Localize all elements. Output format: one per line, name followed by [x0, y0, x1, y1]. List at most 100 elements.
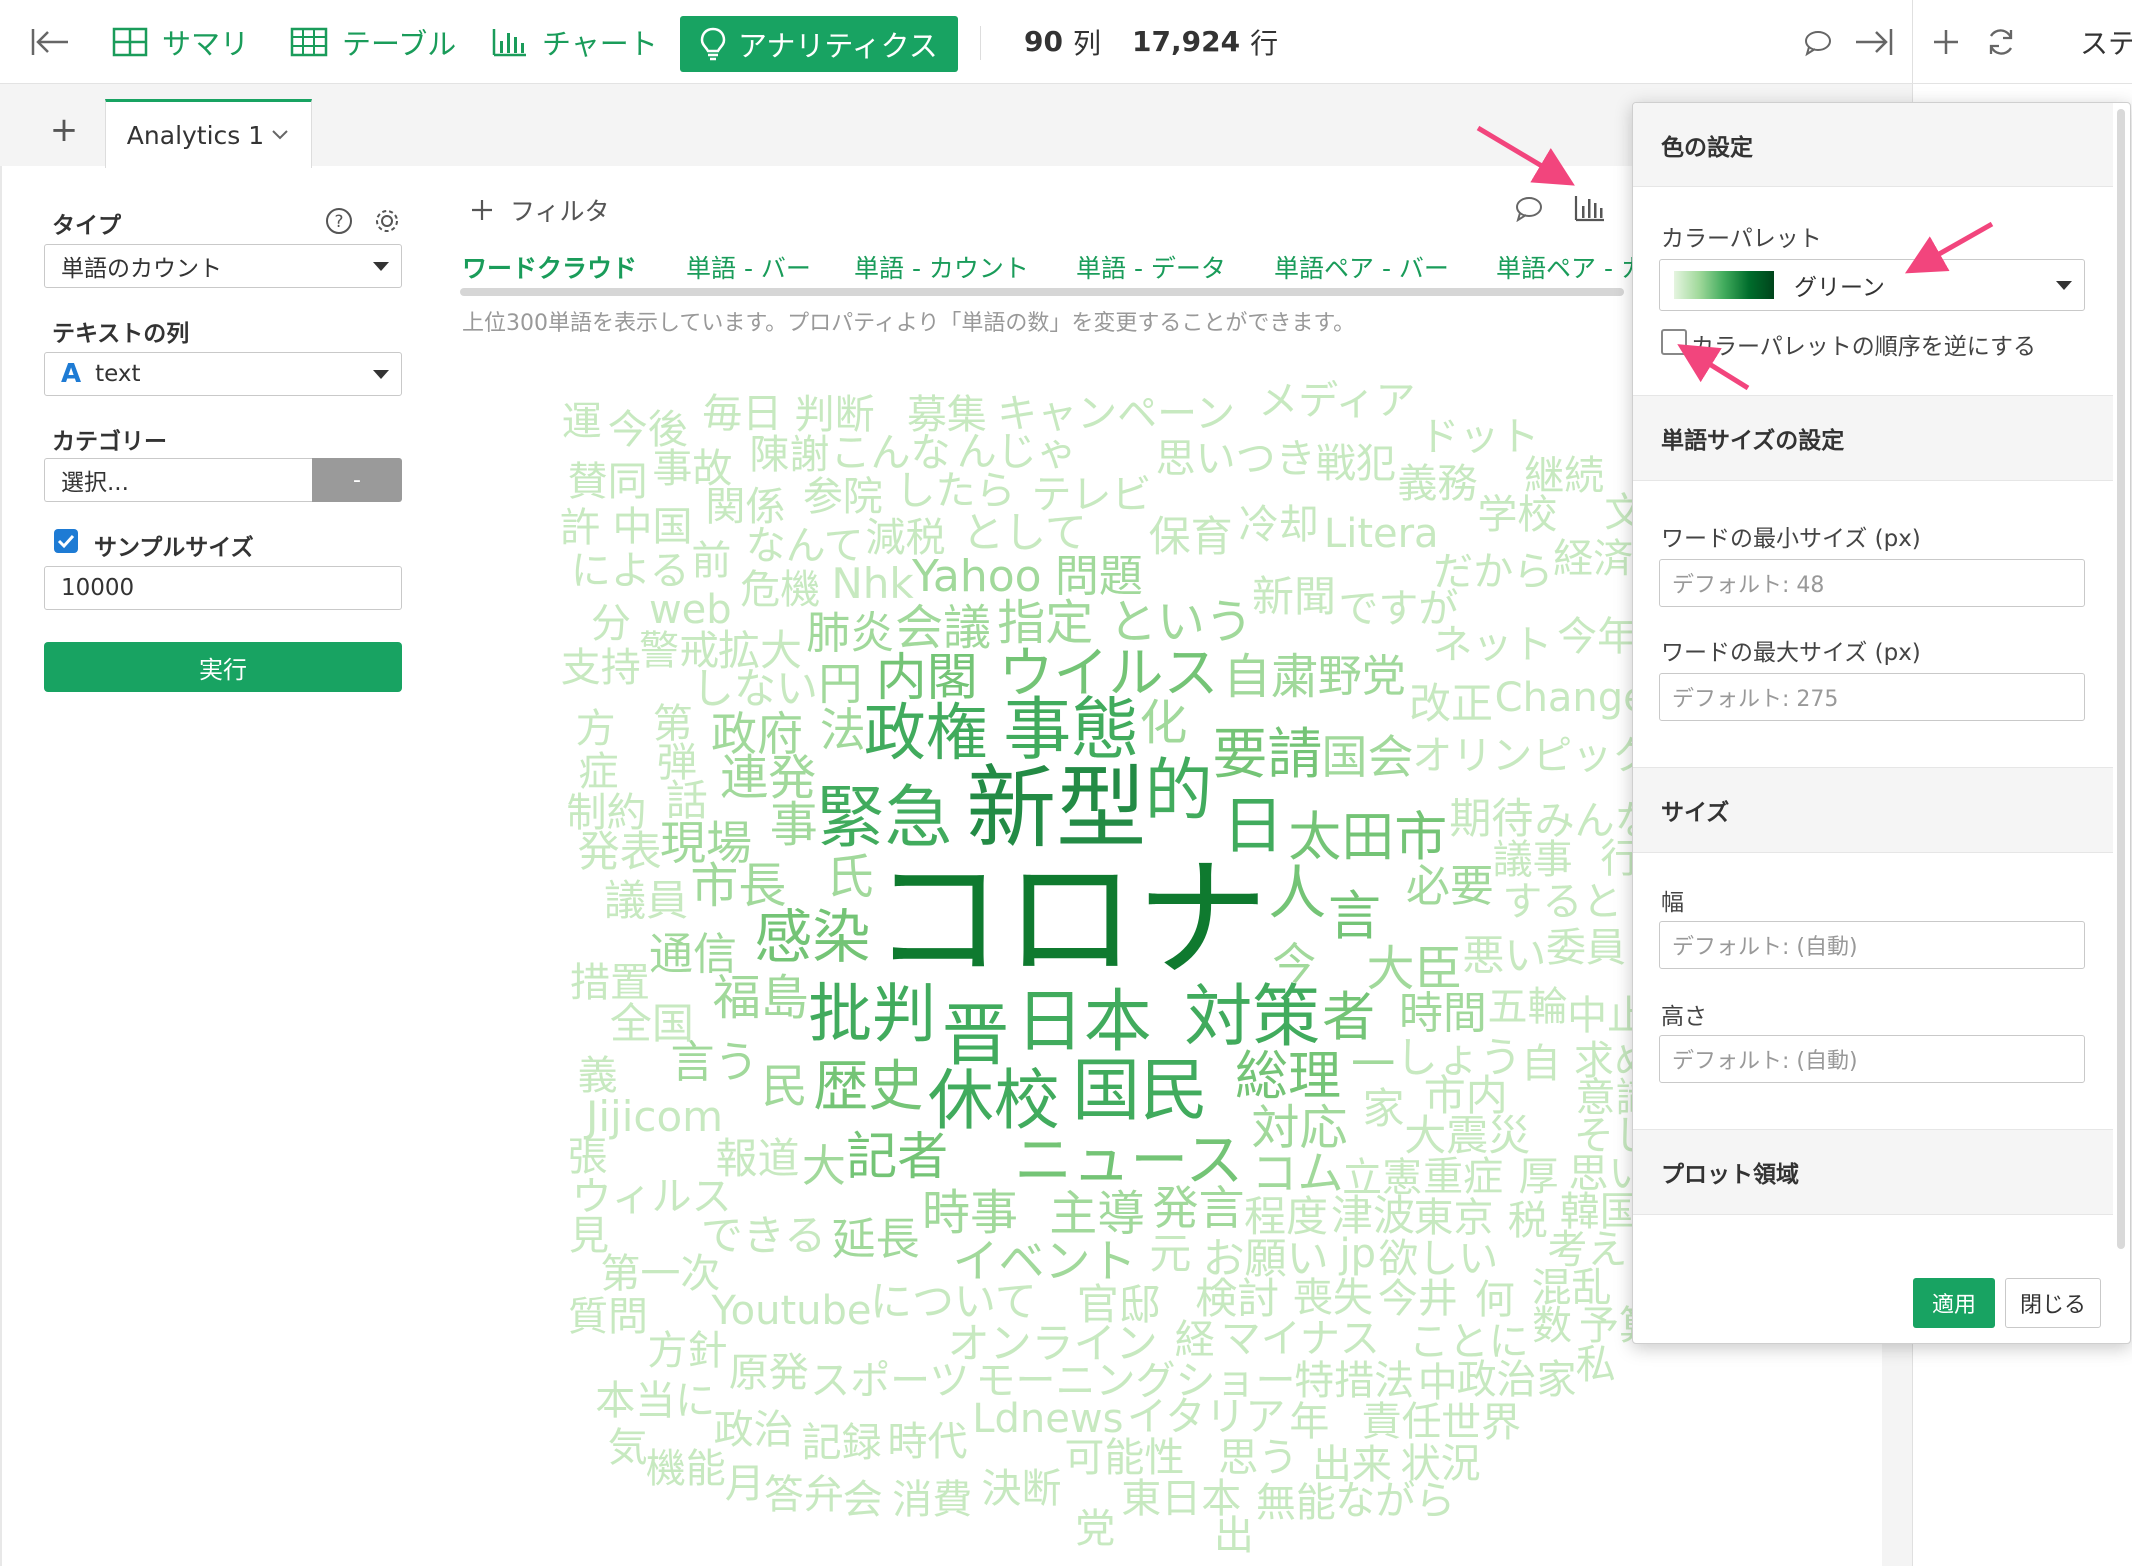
cloud-word: 休校 [927, 1061, 1060, 1139]
cloud-word: 人 [1268, 858, 1327, 927]
apply-button[interactable]: 適用 [1913, 1278, 1995, 1328]
collapse-right-icon[interactable] [1852, 24, 1896, 60]
cloud-word: なんて [745, 522, 864, 569]
tab-word-count[interactable]: 単語 - カウント [854, 249, 1029, 285]
gear-icon[interactable] [370, 204, 404, 238]
cloud-word: メディア [1258, 380, 1416, 425]
tab-word-pair-count[interactable]: 単語ペア - カ [1496, 249, 1646, 285]
palette-label: カラーパレット [1661, 226, 1822, 252]
table-tab[interactable]: テーブル [290, 0, 456, 83]
tab-analytics-1[interactable]: Analytics 1 [105, 99, 312, 168]
cloud-word: 責任 [1361, 1398, 1442, 1445]
cloud-word: Change [1494, 675, 1648, 722]
cloud-word: 現場 [659, 815, 752, 870]
word-size-title: 単語サイズの設定 [1661, 428, 1845, 454]
cloud-word: 者 [1322, 987, 1376, 1049]
cloud-word: 委員 [1545, 924, 1626, 971]
cloud-word: 指定 [997, 595, 1094, 652]
cloud-word: として [962, 507, 1087, 557]
cloud-word: 元 [1149, 1229, 1192, 1279]
cloud-word: 中 [1417, 1360, 1458, 1407]
cloud-word: 法 [819, 703, 866, 758]
column-count-unit: 列 [1072, 26, 1101, 60]
chart-tab-scrollbar[interactable] [460, 288, 1624, 296]
cloud-word: 本当に [595, 1378, 716, 1425]
info-text: 上位300単語を表示しています。プロパティより「単語の数」を変更することができま… [462, 311, 1356, 336]
tab-word-pair-bar[interactable]: 単語ペア - バー [1274, 249, 1449, 285]
cloud-word: 新聞 [1251, 572, 1336, 622]
height-input[interactable]: デフォルト: (自動) [1659, 1035, 2085, 1083]
cloud-word: 延長 [831, 1214, 920, 1266]
cloud-word: 保育 [1148, 512, 1233, 562]
cloud-word: 時事 [921, 1184, 1018, 1241]
run-button[interactable]: 実行 [44, 642, 402, 692]
width-label: 幅 [1661, 890, 1684, 916]
width-placeholder: デフォルト: (自動) [1672, 935, 1858, 960]
cloud-word: 思いつき [1155, 436, 1316, 483]
category-select[interactable]: 選択... [44, 458, 314, 502]
cloud-word: 期待 [1449, 793, 1534, 843]
close-button[interactable]: 閉じる [2005, 1278, 2101, 1328]
cloud-word: 特措法 [1294, 1358, 1415, 1405]
cloud-word: 問題 [1054, 550, 1143, 602]
add-tab-label: + [49, 110, 79, 150]
cloud-word: 発表 [577, 826, 662, 876]
chart-settings-icon[interactable] [1572, 192, 1608, 224]
svg-text:?: ? [334, 212, 343, 232]
cloud-word: 質問 [568, 1294, 649, 1341]
chart-tab[interactable]: チャート [492, 0, 658, 83]
cloud-word: 税 [1507, 1197, 1548, 1244]
cloud-word: 通信 [649, 929, 738, 981]
tab-wordcloud[interactable]: ワードクラウド [462, 249, 637, 285]
apply-label: 適用 [1931, 1293, 1976, 1318]
cloud-word: Youtube [711, 1288, 872, 1335]
add-step-icon[interactable] [1928, 24, 1964, 60]
palette-swatch [1674, 271, 1774, 299]
cloud-word: 日 [1221, 789, 1284, 863]
help-icon[interactable]: ? [322, 204, 356, 238]
collapse-left-icon[interactable] [28, 24, 72, 60]
summary-tab[interactable]: サマリ [112, 0, 249, 83]
comment-icon[interactable] [1800, 26, 1836, 60]
max-size-input[interactable]: デフォルト: 275 [1659, 673, 2085, 721]
cloud-word: 気 [607, 1424, 648, 1471]
cloud-word: 自 [1520, 1040, 1561, 1087]
reverse-palette-checkbox[interactable] [1661, 329, 1687, 355]
main-left-border [0, 166, 2, 1566]
sample-size-checkbox[interactable] [54, 529, 78, 553]
cloud-word: 関係 [705, 483, 786, 530]
cloud-word: ニュース [1014, 1125, 1244, 1194]
add-tab-button[interactable]: + [44, 110, 84, 150]
cloud-word: こんな [830, 430, 951, 477]
cloud-word: 事 [769, 797, 818, 854]
cloud-word: 大臣 [1366, 940, 1463, 997]
palette-select[interactable]: グリーン [1659, 259, 2085, 311]
tab-word-bar[interactable]: 単語 - バー [686, 249, 811, 285]
type-select[interactable]: 単語のカウント [44, 244, 402, 288]
cloud-word: 重症 [1423, 1153, 1504, 1200]
text-column-select[interactable]: A text [44, 352, 402, 396]
filter-label: フィルタ [510, 197, 610, 226]
analytics-tab-active[interactable]: アナリティクス [680, 16, 958, 72]
cloud-word: 歴史 [813, 1053, 924, 1118]
height-placeholder: デフォルト: (自動) [1672, 1049, 1858, 1074]
cloud-word: 賛同 [567, 459, 648, 506]
chart-comment-icon[interactable] [1512, 194, 1546, 224]
tab-word-data[interactable]: 単語 - データ [1076, 249, 1226, 285]
column-count-value: 90 [1024, 25, 1063, 58]
cloud-word: 会議 [895, 600, 992, 657]
cloud-word: 党 [1075, 1506, 1116, 1553]
panel-scrollbar[interactable] [2117, 109, 2125, 1249]
min-size-input[interactable]: デフォルト: 48 [1659, 559, 2085, 607]
cloud-word: 話 [665, 775, 708, 825]
sample-size-input[interactable]: 10000 [44, 566, 402, 610]
category-clear-button[interactable]: - [312, 458, 402, 502]
add-filter-button[interactable]: フィルタ [470, 192, 610, 228]
cloud-word: 私 [1575, 1342, 1616, 1389]
cloud-word: 参院 [802, 474, 883, 521]
width-input[interactable]: デフォルト: (自動) [1659, 921, 2085, 969]
cloud-word: 支持 [560, 644, 641, 691]
refresh-icon[interactable] [1982, 24, 2020, 60]
cloud-word: 今後 [607, 406, 688, 453]
cloud-word: 日本 [1015, 982, 1152, 1062]
